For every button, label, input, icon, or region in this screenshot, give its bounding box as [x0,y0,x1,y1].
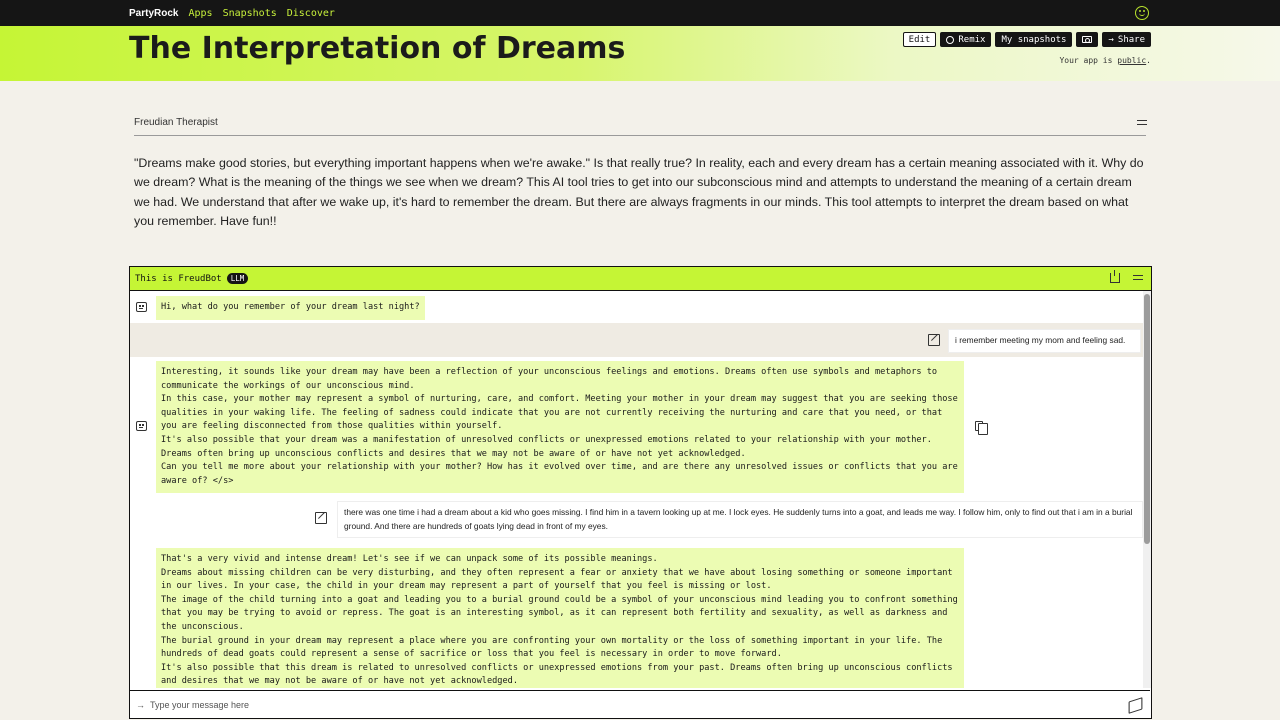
public-prefix: Your app is [1059,56,1113,65]
edit-button-label: Edit [908,34,931,45]
chat-header: This is FreudBot LLM [130,267,1151,291]
bot-message: Hi, what do you remember of your dream l… [130,291,1143,323]
bot-message: That's a very vivid and intense dream! L… [130,545,1143,688]
share-button-label: Share [1117,34,1145,45]
settings-sliders-icon[interactable] [1137,118,1147,127]
user-bubble: i remember meeting my mom and feeling sa… [948,329,1141,353]
bot-bubble: That's a very vivid and intense dream! L… [156,548,964,688]
bot-line: The burial ground in your dream may repr… [161,635,943,660]
public-status: Your app is public. [1059,56,1151,65]
edit-icon[interactable] [928,334,940,346]
bot-line: The image of the child turning into a go… [161,594,958,632]
remix-button[interactable]: Remix [940,32,992,47]
nav-link-apps[interactable]: Apps [188,8,212,19]
bot-line: It's also possible that this dream is re… [161,662,953,687]
chat-messages[interactable]: Hi, what do you remember of your dream l… [130,291,1143,688]
public-suffix: . [1146,56,1151,65]
share-arrow-icon: → [1108,34,1114,45]
chat-settings-icon[interactable] [1133,273,1143,283]
chat-header-actions [1110,270,1143,283]
remix-icon [946,35,955,44]
nav-link-snapshots[interactable]: Snapshots [223,8,277,19]
share-button[interactable]: → Share [1102,32,1151,47]
bot-avatar-icon [136,302,147,312]
bot-line: Interesting, it sounds like your dream m… [161,367,938,391]
camera-icon [1082,36,1093,43]
header-actions: Edit Remix My snapshots → Share [902,32,1151,47]
prompt-arrow-icon: → [136,699,145,710]
llm-badge: LLM [226,273,249,284]
bot-line: It's also possible that your dream was a… [161,434,932,459]
user-message: there was one time i had a dream about a… [130,499,1143,539]
user-bubble: there was one time i had a dream about a… [337,501,1143,538]
top-nav: PartyRock Apps Snapshots Discover [0,0,1280,26]
section-divider [134,135,1146,136]
bot-line: Can you tell me more about your relation… [161,462,958,486]
bot-line: Dreams about missing children can be ver… [161,567,953,592]
section-title: Freudian Therapist [134,117,218,128]
app-description: "Dreams make good stories, but everythin… [134,156,1144,228]
bot-bubble: Hi, what do you remember of your dream l… [156,296,425,320]
bot-line: In this case, your mother may represent … [161,394,958,432]
bot-message: Interesting, it sounds like your dream m… [130,357,1143,497]
my-snapshots-label: My snapshots [1001,34,1067,45]
bot-line: Hi, what do you remember of your dream l… [161,302,420,312]
chat-widget: This is FreudBot LLM Hi, what do you rem… [129,266,1152,719]
brand-logo[interactable]: PartyRock [129,8,178,19]
message-input[interactable] [150,699,1110,710]
user-message: i remember meeting my mom and feeling sa… [130,323,1143,357]
chat-scrollbar-thumb[interactable] [1144,294,1150,544]
chat-title: This is FreudBot [135,273,222,284]
my-snapshots-button[interactable]: My snapshots [995,32,1073,47]
edit-button[interactable]: Edit [902,32,937,47]
chat-input-bar: → [130,690,1150,718]
copy-icon[interactable] [975,421,988,435]
edit-icon[interactable] [315,512,327,524]
snapshot-camera-button[interactable] [1076,32,1099,47]
export-icon[interactable] [1110,270,1120,283]
send-icon[interactable] [1129,699,1141,710]
bot-bubble: Interesting, it sounds like your dream m… [156,361,964,494]
remix-button-label: Remix [958,34,986,45]
page-title: The Interpretation of Dreams [129,31,626,66]
smiley-icon[interactable] [1135,6,1149,20]
bot-line: That's a very vivid and intense dream! L… [161,554,658,564]
bot-avatar-icon [136,421,147,431]
public-link[interactable]: public [1117,56,1146,65]
nav-link-discover[interactable]: Discover [287,8,335,19]
